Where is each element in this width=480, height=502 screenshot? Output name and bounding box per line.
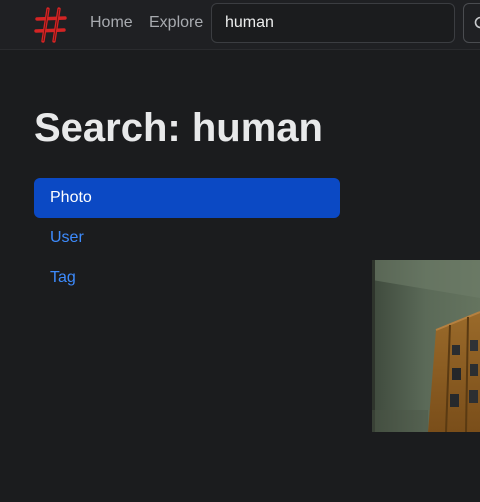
search-button[interactable] [463, 3, 480, 43]
room-photo-image [372, 260, 480, 432]
hash-logo-icon[interactable] [34, 6, 68, 44]
search-input[interactable] [211, 3, 455, 43]
nav-explore-link[interactable]: Explore [149, 14, 203, 32]
nav-home-link[interactable]: Home [90, 14, 133, 32]
tab-tag[interactable]: Tag [34, 258, 340, 298]
tab-photo[interactable]: Photo [34, 178, 340, 218]
search-type-tabs: Photo User Tag [34, 178, 340, 298]
photo-result-thumbnail[interactable] [372, 260, 480, 432]
search-icon [474, 16, 480, 29]
tab-user[interactable]: User [34, 218, 340, 258]
page-title: Search: human [34, 106, 323, 150]
top-navbar: Home Explore [0, 0, 480, 50]
